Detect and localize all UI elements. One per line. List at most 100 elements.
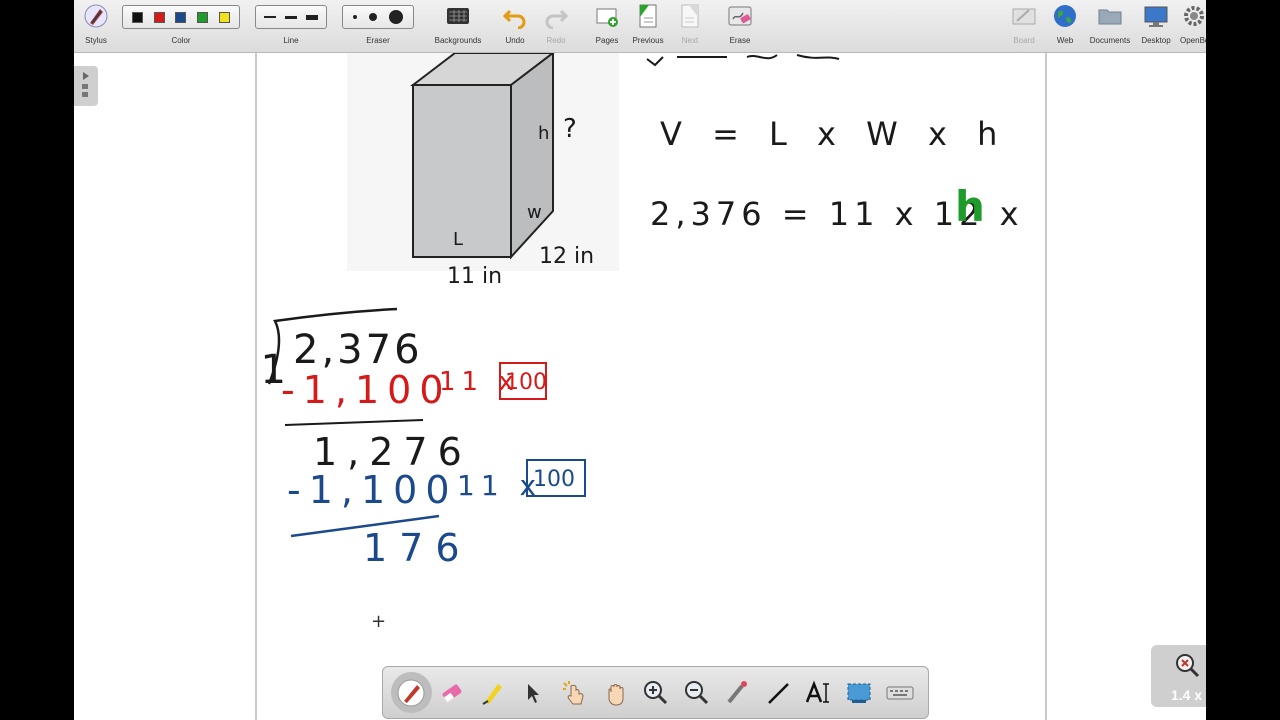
capture-tool-button[interactable] — [839, 672, 880, 713]
width-dimension: 12 in — [539, 244, 594, 269]
zoom-level: 1.4 x — [1171, 687, 1203, 703]
line-group: Line — [255, 0, 327, 53]
cutoff-formula-ink — [646, 54, 840, 67]
erase-board-icon — [728, 6, 752, 26]
color-black-swatch[interactable] — [132, 11, 144, 23]
zoom-in-tool-button[interactable] — [635, 672, 676, 713]
volume-formula: V = L x W x h — [660, 115, 1007, 153]
ink-layer: h ? w L 11 in 12 in V = L x W x h 2,376 … — [257, 53, 1019, 632]
box-question-mark: ? — [563, 114, 577, 144]
dividend: 2,376 — [293, 327, 423, 373]
second-multiplier: 11 x — [457, 469, 542, 502]
desktop-button[interactable]: Desktop — [1136, 0, 1176, 53]
pointing-hand-sparkle-icon — [563, 680, 584, 704]
erase-label: Erase — [729, 36, 751, 45]
documents-button[interactable]: Documents — [1087, 0, 1133, 53]
backgrounds-button[interactable]: Backgrounds — [428, 0, 488, 53]
next-page-button[interactable]: Next — [670, 0, 710, 53]
stylus-palette — [382, 666, 929, 719]
text-tool-button[interactable] — [798, 672, 839, 713]
previous-page-icon — [639, 4, 657, 28]
eraser-label: Eraser — [366, 36, 390, 45]
pages-button[interactable]: Pages — [587, 0, 627, 53]
line-icon — [767, 682, 789, 704]
whiteboard-page[interactable]: h ? w L 11 in 12 in V = L x W x h 2,376 … — [255, 53, 1047, 720]
previous-page-button[interactable]: Previous — [628, 0, 668, 53]
undo-button[interactable]: Undo — [495, 0, 535, 53]
line-width-picker — [255, 5, 327, 29]
gear-icon — [1184, 6, 1204, 26]
top-toolbar: Stylus Color Line Eraser Backgrounds Und… — [74, 0, 1206, 53]
openboard-label: OpenBo — [1180, 36, 1206, 45]
line-thick-option[interactable] — [305, 14, 318, 20]
box-l-label: L — [453, 229, 463, 250]
crosshair-cursor: + — [371, 611, 386, 632]
length-dimension: 11 in — [447, 264, 502, 289]
openboard-menu-button[interactable]: OpenBo — [1178, 0, 1206, 53]
pen-icon — [397, 679, 425, 706]
previous-label: Previous — [632, 36, 664, 45]
web-button[interactable]: Web — [1045, 0, 1085, 53]
zoom-out-tool-button[interactable] — [676, 672, 717, 713]
web-label: Web — [1056, 36, 1074, 45]
pen-tool-button[interactable] — [391, 672, 432, 713]
eraser-size-picker — [342, 5, 414, 29]
first-subtraction: -1,100 — [281, 368, 452, 412]
board-icon — [1012, 8, 1036, 25]
interact-tool-button[interactable] — [554, 672, 595, 713]
line-tool-button[interactable] — [757, 672, 798, 713]
text-icon — [806, 680, 830, 703]
color-red-swatch[interactable] — [153, 11, 165, 23]
screen-capture-icon — [847, 683, 871, 703]
expand-arrow-icon — [82, 72, 89, 97]
desktop-monitor-icon — [1144, 6, 1168, 27]
hand-tool-button[interactable] — [594, 672, 635, 713]
color-label: Color — [171, 36, 191, 45]
zoom-out-icon — [685, 680, 709, 704]
erase-button[interactable]: Erase — [720, 0, 760, 53]
laser-pointer-tool-button[interactable] — [717, 672, 758, 713]
eraser-icon — [442, 684, 462, 702]
first-quotient: 100 — [505, 370, 547, 395]
arrow-pointer-icon — [528, 683, 540, 703]
eraser-group: Eraser — [342, 0, 414, 53]
page-thumbnails-tab[interactable] — [74, 66, 98, 106]
add-page-icon — [596, 8, 618, 27]
color-yellow-swatch[interactable] — [218, 11, 230, 23]
color-green-swatch[interactable] — [197, 11, 209, 23]
first-subtraction-line — [284, 419, 424, 426]
highlighter-tool-button[interactable] — [472, 672, 513, 713]
documents-label: Documents — [1089, 36, 1131, 45]
stylus-label: Stylus — [85, 36, 107, 45]
box-w-label: w — [527, 202, 542, 223]
eraser-tool-button[interactable] — [432, 672, 473, 713]
box-h-label: h — [538, 123, 549, 144]
next-page-icon — [681, 4, 699, 28]
color-group: Color — [122, 0, 240, 53]
selector-tool-button[interactable] — [513, 672, 554, 713]
undo-label: Undo — [505, 36, 525, 45]
stylus-tool[interactable]: Stylus — [76, 0, 116, 53]
line-medium-option[interactable] — [284, 15, 297, 19]
equation-h-highlight: h — [955, 182, 985, 231]
next-label: Next — [681, 36, 699, 45]
line-thin-option[interactable] — [264, 16, 277, 18]
eraser-medium-option[interactable] — [369, 13, 377, 21]
redo-label: Redo — [546, 36, 566, 45]
board-label: Board — [1013, 36, 1035, 45]
highlighter-icon — [482, 683, 502, 705]
globe-icon — [1054, 5, 1076, 27]
desktop-label: Desktop — [1141, 36, 1171, 45]
eraser-large-option[interactable] — [389, 10, 403, 24]
hand-icon — [608, 683, 624, 706]
virtual-keyboard-button[interactable] — [879, 672, 920, 713]
board-button[interactable]: Board — [1004, 0, 1044, 53]
eraser-small-option[interactable] — [353, 15, 357, 19]
zoom-in-icon — [644, 680, 668, 704]
redo-button[interactable]: Redo — [536, 0, 576, 53]
zoom-indicator[interactable]: 1.4 x — [1151, 645, 1206, 707]
rectangular-prism-drawing — [410, 53, 555, 260]
backgrounds-icon — [447, 8, 469, 24]
color-blue-swatch[interactable] — [175, 11, 187, 23]
redo-arrow-icon — [545, 9, 569, 29]
